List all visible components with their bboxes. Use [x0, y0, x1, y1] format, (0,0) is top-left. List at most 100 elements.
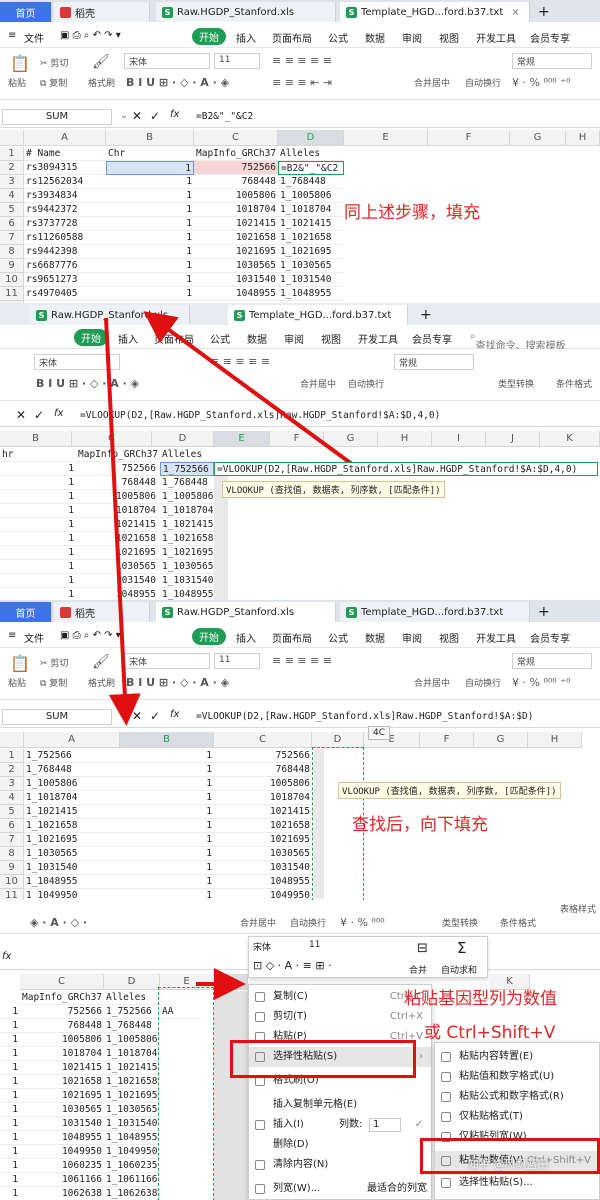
format-painter-button[interactable]: 格式刷 — [88, 76, 115, 89]
table-cell[interactable]: 1 — [120, 805, 214, 819]
table-cell[interactable]: 1_1049950 — [104, 1145, 160, 1159]
column-header-A[interactable]: A — [24, 732, 120, 748]
table-cell[interactable]: 1021695 — [214, 833, 312, 847]
table-cell[interactable]: 1_752566 — [24, 749, 120, 763]
name-box[interactable]: SUM — [2, 709, 112, 725]
new-tab-button[interactable]: + — [532, 602, 554, 622]
table-cell[interactable]: 1 — [0, 560, 76, 574]
cut-button[interactable]: ✂ 剪切 — [40, 656, 68, 669]
table-cell[interactable]: 1_768448 — [160, 476, 214, 490]
cancel-icon[interactable]: ✕ — [16, 408, 26, 422]
column-header-C[interactable]: C — [20, 974, 104, 990]
hamburger-icon[interactable]: ≡ — [8, 30, 16, 41]
table-cell[interactable]: 1021695 — [76, 546, 158, 560]
indent-buttons[interactable]: ≡ ≡ ≡ ⇤ ⇥ — [272, 76, 332, 89]
row-header-10[interactable]: 10 — [0, 273, 24, 287]
table-cell[interactable]: 1031540 — [214, 861, 312, 875]
menu-item-col-width[interactable]: 列宽(W)... 最适合的列宽 — [249, 1179, 431, 1199]
wrap-button[interactable]: 自动换行 — [348, 377, 384, 390]
table-cell[interactable]: 1 — [0, 1061, 20, 1075]
menu-item-insert-copied[interactable]: 插入复制单元格(E) — [249, 1095, 431, 1115]
table-cell[interactable]: 1031540 — [76, 574, 158, 588]
submenu-formula-num-format[interactable]: 粘贴公式和数字格式(R) — [435, 1087, 599, 1107]
table-cell[interactable]: 752566 — [194, 161, 278, 175]
table-cell[interactable]: =B2&"_"&C2 — [278, 161, 344, 175]
menu-review[interactable]: 审阅 — [402, 630, 422, 645]
row-header-9[interactable]: 9 — [0, 861, 24, 875]
table-cell[interactable]: 1_1031540 — [24, 861, 120, 875]
column-header-B[interactable]: B — [120, 732, 214, 748]
table-cell[interactable]: 1_1048955 — [278, 287, 344, 301]
column-header-G[interactable]: G — [324, 431, 378, 447]
merge-button[interactable]: 合并居中 — [240, 916, 276, 929]
font-style-buttons[interactable]: B I U ⊞ · ◇ · A · ◈ — [126, 676, 229, 689]
row-header-1[interactable]: 1 — [0, 749, 24, 763]
table-cell[interactable]: 1 — [106, 189, 194, 203]
tab-raw-file[interactable]: S Raw.HGDP_Stanford.xls — [30, 305, 190, 325]
menu-formula[interactable]: 公式 — [328, 630, 348, 645]
table-cell[interactable]: rs11260588 — [24, 231, 106, 245]
column-header-D[interactable]: D — [152, 431, 214, 447]
type-convert-button[interactable]: 类型转换 — [442, 916, 478, 929]
table-cell[interactable]: 1_1005806 — [278, 189, 344, 203]
row-header-2[interactable]: 2 — [0, 763, 24, 777]
mini-merge-button[interactable]: 合并 — [409, 963, 427, 976]
table-cell[interactable]: 1 — [0, 1131, 20, 1145]
table-cell[interactable]: rs9442372 — [24, 203, 106, 217]
menu-view[interactable]: 视图 — [439, 630, 459, 645]
table-cell[interactable]: 1030565 — [20, 1103, 104, 1117]
cell-b1[interactable]: Chr — [106, 147, 194, 161]
table-cell[interactable]: 1030565 — [214, 847, 312, 861]
table-cell[interactable]: 1 — [106, 217, 194, 231]
column-header-C[interactable]: C — [72, 431, 152, 447]
row-header-5[interactable]: 5 — [0, 805, 24, 819]
table-cell[interactable]: rs6687776 — [24, 259, 106, 273]
table-cell[interactable]: 1048955 — [76, 588, 158, 600]
font-select[interactable]: 宋体 — [124, 53, 210, 69]
table-cell[interactable]: 1 — [120, 861, 214, 875]
table-cell[interactable]: 768448 — [76, 476, 158, 490]
menu-data[interactable]: 数据 — [365, 30, 385, 45]
chevron-down-icon[interactable]: ⌄ — [120, 110, 128, 121]
menu-page-layout[interactable]: 页面布局 — [272, 630, 312, 645]
cond-format-button[interactable]: 条件格式 — [556, 377, 592, 390]
table-cell[interactable]: 1 — [0, 532, 76, 546]
menu-insert[interactable]: 插入 — [236, 30, 256, 45]
row-header-6[interactable]: 6 — [0, 217, 24, 231]
column-header-H[interactable]: H — [528, 732, 582, 748]
row-header-8[interactable]: 8 — [0, 245, 24, 259]
table-cell[interactable]: 1_1030565 — [104, 1103, 160, 1117]
paste-icon[interactable]: 📋 — [10, 54, 30, 73]
table-cell[interactable]: 1_1031540 — [104, 1117, 160, 1131]
table-cell[interactable]: 1 — [106, 203, 194, 217]
table-cell[interactable]: 1 — [0, 588, 76, 600]
font-size-select[interactable]: 11 — [214, 653, 260, 669]
best-fit-button[interactable]: 最适合的列宽 — [367, 1179, 427, 1199]
table-cell[interactable]: 1021695 — [194, 245, 278, 259]
column-header-B[interactable]: B — [106, 130, 194, 146]
table-cell[interactable]: rs3737728 — [24, 217, 106, 231]
table-cell[interactable]: 1 — [0, 504, 76, 518]
table-cell[interactable]: 1021415 — [20, 1061, 104, 1075]
wrap-button[interactable]: 自动换行 — [465, 676, 501, 689]
corner-cell[interactable] — [0, 130, 24, 146]
table-cell[interactable]: 1048955 — [194, 287, 278, 301]
table-cell[interactable]: 1_768448 — [278, 175, 344, 189]
close-icon[interactable]: × — [511, 7, 519, 18]
table-cell[interactable]: 1_1005806 — [104, 1033, 160, 1047]
mini-autosum-button[interactable]: 自动求和 — [441, 963, 477, 976]
tab-raw-file[interactable]: S Raw.HGDP_Stanford.xls — [156, 2, 336, 22]
table-cell[interactable]: 1021658 — [194, 231, 278, 245]
align-buttons[interactable]: ≡ ≡ ≡ ≡ ≡ — [272, 54, 332, 67]
table-cell[interactable]: 1_1021695 — [278, 245, 344, 259]
column-header-C[interactable]: C — [194, 130, 278, 146]
table-cell[interactable]: 1 — [0, 1089, 20, 1103]
row-header-6[interactable]: 6 — [0, 819, 24, 833]
table-cell[interactable]: 1 — [0, 518, 76, 532]
table-cell[interactable]: 1 — [0, 476, 76, 490]
tab-template-file[interactable]: S Template_HGD...ford.b37.txt × — [340, 2, 530, 22]
table-cell[interactable]: 1 — [0, 490, 76, 504]
mini-format-buttons[interactable]: ⊡ ◇ · A · ≡ ⊞ · — [253, 959, 332, 972]
table-cell[interactable]: 1021415 — [214, 805, 312, 819]
new-tab-button[interactable]: + — [414, 305, 436, 325]
